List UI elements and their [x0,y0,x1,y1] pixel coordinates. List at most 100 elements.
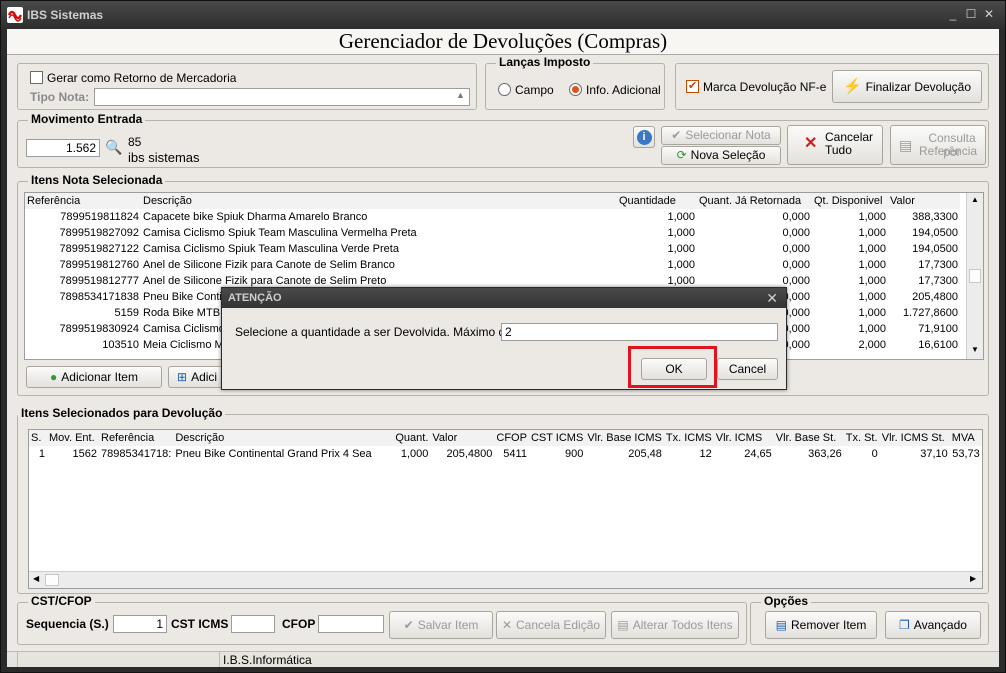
table-cell: 7898534171838 [59,291,139,303]
table-cell: 2,000 [858,339,886,351]
itens-nota-header-row: Referência Descrição Quantidade Quant. J… [25,193,960,209]
table-cell: 78985341718: [101,448,172,460]
nova-selecao-button[interactable]: ⟳ Nova Seleção [661,146,781,165]
adicionar-item-button[interactable]: ● Adicionar Item [26,366,162,388]
table-row[interactable]: 7899519827092 Camisa Ciclismo Spiuk Team … [25,225,960,241]
table-cell: 0 [871,448,878,460]
consulta-referencia-button[interactable]: ▤ Consulta por Referência [890,125,986,165]
cancelar-tudo-button[interactable]: ✕ Cancelar Tudo [787,125,883,165]
col-tx-icms[interactable]: Tx. ICMS [663,430,714,446]
table-cell: Pneu Bike Continental Grand Prix 4 Sea [175,448,372,460]
cancela-edicao-button[interactable]: ✕ Cancela Edição [496,611,606,639]
col-s[interactable]: S. [29,430,47,446]
radio-info-adicional[interactable] [569,83,582,96]
table-cell: 1,000 [667,259,695,271]
col-quant[interactable]: Quant. [393,430,431,446]
table-cell: 24,65 [744,448,772,460]
scroll-left-icon[interactable]: ◀ [33,574,39,583]
col-mov-ent[interactable]: Mov. Ent. [47,430,99,446]
col-vlr-base-st[interactable]: Vlr. Base St. [773,430,844,446]
table-cell: 205,4800 [912,291,958,303]
itens-devolucao-hscroll[interactable]: ◀ ▶ [29,571,982,588]
title-bar[interactable]: IBS Sistemas _ ☐ ✕ [1,1,1005,29]
status-divider [219,652,220,667]
selecionar-nota-button[interactable]: ✔ Selecionar Nota [661,126,781,145]
col-quantidade[interactable]: Quantidade [617,193,697,209]
check-icon: ✔ [671,128,682,142]
info-button[interactable]: i [633,126,655,148]
hscroll-thumb[interactable] [45,574,59,586]
col-qt-disponivel[interactable]: Qt. Disponivel [812,193,888,209]
remover-item-button[interactable]: ▤ Remover Item [765,611,877,639]
dialog-close-icon[interactable]: ✕ [766,290,778,307]
dialog-quantity-input[interactable]: 2 [501,323,778,341]
sequencia-input[interactable]: 1 [113,615,167,633]
marca-devolucao-checkbox[interactable] [686,79,699,93]
dialog-message: Selecione a quantidade a ser Devolvida. … [235,325,526,339]
table-cell: 53,73 [952,448,980,460]
retorno-checkbox[interactable] [30,71,43,84]
col-cst-icms[interactable]: CST ICMS [528,430,586,446]
dialog-title[interactable]: ATENÇÃO [222,288,786,308]
col-valor[interactable]: Valor [888,193,960,209]
salvar-item-button[interactable]: ✔ Salvar Item [389,611,493,639]
col-valor[interactable]: Valor [430,430,495,446]
movimento-group: Movimento Entrada 1.562 🔍 85 ibs sistema… [17,112,989,168]
col-tx-st[interactable]: Tx. St. [843,430,880,446]
cst-icms-select[interactable] [231,615,275,633]
col-cfop[interactable]: CFOP [494,430,529,446]
itens-devolucao-grid[interactable]: S. Mov. Ent. Referência Descrição Quant.… [28,429,983,589]
remove-item-icon: ▤ [775,618,787,632]
table-cell: 7899519812760 [59,259,139,271]
cfop-label: CFOP [282,617,316,631]
col-vlr-icms-st[interactable]: Vlr. ICMS St. [879,430,950,446]
table-row[interactable]: 7899519811824 Capacete bike Spiuk Dharma … [25,209,960,225]
scroll-up-icon[interactable]: ▲ [971,195,979,204]
status-bar: I.B.S.Informática [7,651,999,667]
cancel-x-icon: ✕ [501,618,512,632]
add-circle-icon: ● [50,370,58,384]
minimize-button[interactable]: _ [945,7,961,21]
spin-arrows-icon[interactable]: ▲ [456,90,465,100]
cst-cfop-group: CST/CFOP Sequencia (S.) 1 CST ICMS CFOP … [17,594,747,645]
col-quant-retornada[interactable]: Quant. Já Retornada [697,193,812,209]
table-cell: Camisa Ciclismo Spiuk Team Masculina Ver… [143,243,399,255]
radio-campo-label: Campo [515,83,554,97]
itens-nota-vscroll[interactable]: ▲ ▼ [966,193,983,359]
cfop-select[interactable] [318,615,384,633]
table-cell: 1,000 [667,211,695,223]
scroll-right-icon[interactable]: ▶ [970,574,976,583]
radio-campo[interactable] [498,83,511,96]
maximize-button[interactable]: ☐ [963,7,979,21]
dialog-cancel-button[interactable]: Cancel [717,358,778,380]
sequencia-label: Sequencia (S.) [26,617,109,631]
table-cell: 1,000 [858,307,886,319]
col-vlr-icms[interactable]: Vlr. ICMS [713,430,774,446]
table-cell: 205,4800 [446,448,493,460]
status-text: I.B.S.Informática [223,653,312,667]
tipo-nota-select[interactable] [94,88,470,106]
finalizar-devolucao-button[interactable]: ⚡ Finalizar Devolução [832,70,982,103]
col-vlr-base-icms[interactable]: Vlr. Base ICMS [585,430,664,446]
scroll-down-icon[interactable]: ▼ [971,345,979,354]
col-mva[interactable]: MVA [949,430,982,446]
col-referencia[interactable]: Referência [99,430,174,446]
scroll-thumb[interactable] [969,269,981,283]
edit-list-icon: ▤ [617,618,629,632]
close-button[interactable]: ✕ [981,7,997,21]
table-row[interactable]: 7899519812760 Anel de Silicone Fizik para… [25,257,960,273]
table-row[interactable]: 7899519827122 Camisa Ciclismo Spiuk Team … [25,241,960,257]
table-cell: 16,6100 [918,339,958,351]
col-descricao[interactable]: Descrição [141,193,617,209]
lancas-imposto-group: Lanças Imposto Campo Info. Adicional [485,55,665,110]
table-cell: 1,000 [858,227,886,239]
search-icon[interactable]: 🔍 [105,139,122,156]
table-cell: 5159 [114,307,139,319]
table-row[interactable]: 1 1562 78985341718: Pneu Bike Continental G… [29,446,982,462]
movimento-input[interactable]: 1.562 [26,139,100,157]
alterar-todos-button[interactable]: ▤ Alterar Todos Itens [611,611,739,639]
avancado-button[interactable]: ❐ Avançado [885,611,981,639]
col-descricao[interactable]: Descrição [173,430,394,446]
table-cell: 17,7300 [918,275,958,287]
col-referencia[interactable]: Referência [25,193,141,209]
